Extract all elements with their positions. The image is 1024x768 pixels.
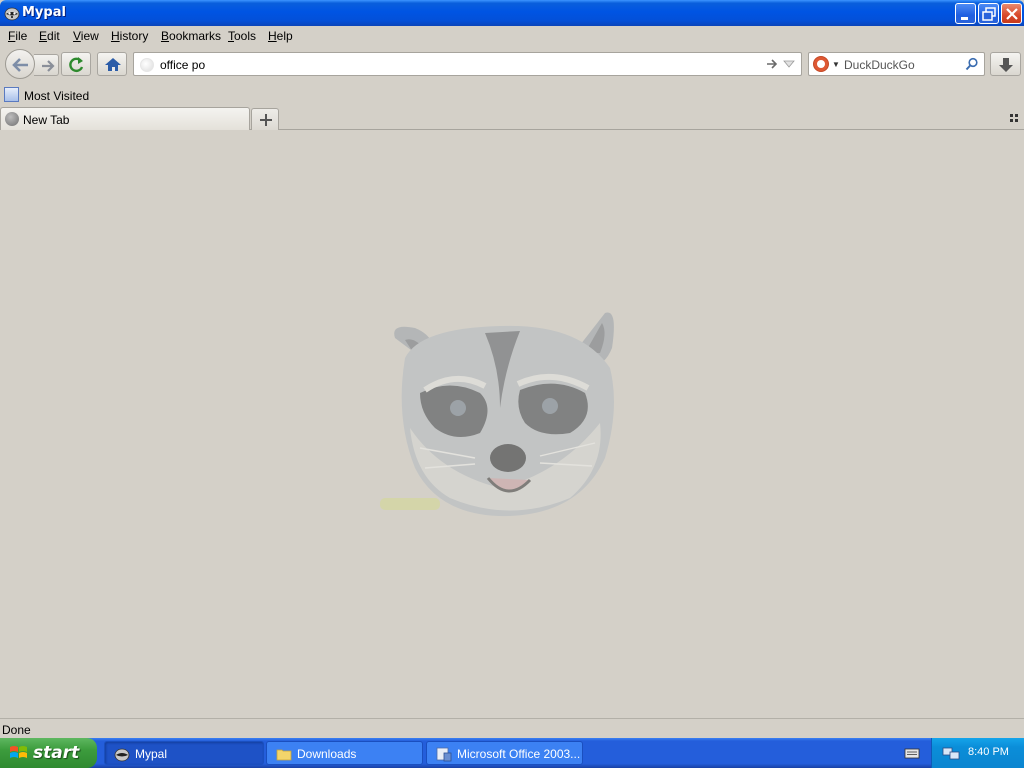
search-bar[interactable]: ▼ DuckDuckGo	[808, 52, 985, 76]
bookmark-label: Most Visited	[24, 89, 90, 103]
restore-button[interactable]	[978, 3, 999, 24]
system-tray: 8:40 PM	[931, 738, 1024, 768]
home-button[interactable]	[97, 52, 127, 76]
search-icon[interactable]	[965, 57, 979, 71]
search-input[interactable]: DuckDuckGo	[844, 58, 915, 72]
restore-icon	[982, 7, 996, 21]
download-arrow-icon	[999, 58, 1013, 72]
menu-edit[interactable]: Edit	[39, 29, 60, 43]
clock[interactable]: 8:40 PM	[968, 746, 1009, 758]
menu-bookmarks[interactable]: Bookmarks	[161, 29, 221, 43]
page-content	[0, 130, 1024, 718]
home-icon	[105, 58, 121, 71]
minimize-icon	[961, 17, 968, 20]
mypal-raccoon-icon	[4, 7, 20, 21]
keyboard-language-icon[interactable]	[904, 747, 920, 759]
back-forward-group	[5, 49, 59, 79]
navigation-toolbar: office po ▼ DuckDuckGo	[0, 46, 1024, 84]
taskbar: start Mypal Downloads Microsoft Office 2…	[0, 738, 1024, 768]
mypal-raccoon-logo	[380, 312, 614, 517]
go-arrow-icon[interactable]	[765, 57, 779, 71]
tab-label: New Tab	[23, 113, 70, 127]
close-icon	[1006, 8, 1018, 20]
address-input[interactable]: office po	[160, 58, 205, 72]
windows-flag-icon	[10, 746, 27, 758]
bookmarks-toolbar: Most Visited	[0, 84, 1024, 106]
site-identity-icon[interactable]	[140, 58, 154, 72]
installer-icon	[436, 747, 452, 762]
start-button[interactable]: start	[0, 738, 97, 768]
back-arrow-icon	[12, 58, 28, 72]
most-visited-folder-icon	[4, 87, 19, 102]
task-label: Downloads	[297, 747, 357, 761]
start-label: start	[33, 743, 80, 763]
downloads-button[interactable]	[990, 52, 1021, 76]
taskbar-button-downloads[interactable]: Downloads	[266, 741, 423, 765]
close-button[interactable]	[1001, 3, 1022, 24]
menu-tools[interactable]: Tools	[228, 29, 256, 43]
tab-strip: New Tab	[0, 106, 1024, 130]
back-button[interactable]	[5, 49, 35, 79]
minimize-button[interactable]	[955, 3, 976, 24]
menu-file[interactable]: File	[8, 29, 27, 43]
network-status-icon[interactable]	[942, 745, 960, 761]
taskbar-button-office-installer[interactable]: Microsoft Office 2003...	[426, 741, 583, 765]
address-bar[interactable]: office po	[133, 52, 802, 76]
menu-history[interactable]: History	[111, 29, 148, 43]
task-label: Microsoft Office 2003...	[457, 747, 581, 761]
status-text: Done	[2, 723, 31, 737]
plus-icon	[260, 114, 272, 126]
tab-new-tab[interactable]: New Tab	[0, 107, 250, 130]
folder-icon	[276, 749, 292, 761]
history-dropdown-icon[interactable]	[782, 57, 796, 71]
taskbar-button-mypal[interactable]: Mypal	[104, 741, 264, 765]
forward-button[interactable]	[34, 54, 59, 76]
menu-help[interactable]: Help	[268, 29, 293, 43]
status-bar: Done	[0, 718, 1024, 738]
engine-dropdown-icon[interactable]: ▼	[832, 60, 840, 69]
reload-icon	[69, 57, 84, 73]
window-title: Mypal	[22, 5, 66, 20]
all-tabs-grid-icon[interactable]	[1008, 112, 1020, 124]
menu-view[interactable]: View	[73, 29, 99, 43]
task-label: Mypal	[135, 747, 168, 761]
reload-button[interactable]	[61, 52, 91, 76]
forward-arrow-icon	[42, 60, 55, 72]
duckduckgo-engine-icon[interactable]	[813, 56, 829, 72]
mypal-raccoon-icon	[114, 748, 130, 762]
new-tab-button[interactable]	[251, 108, 279, 130]
menubar: File Edit View History Bookmarks Tools H…	[0, 26, 1024, 46]
window-titlebar[interactable]: Mypal	[0, 0, 1024, 26]
globe-icon	[5, 112, 19, 126]
